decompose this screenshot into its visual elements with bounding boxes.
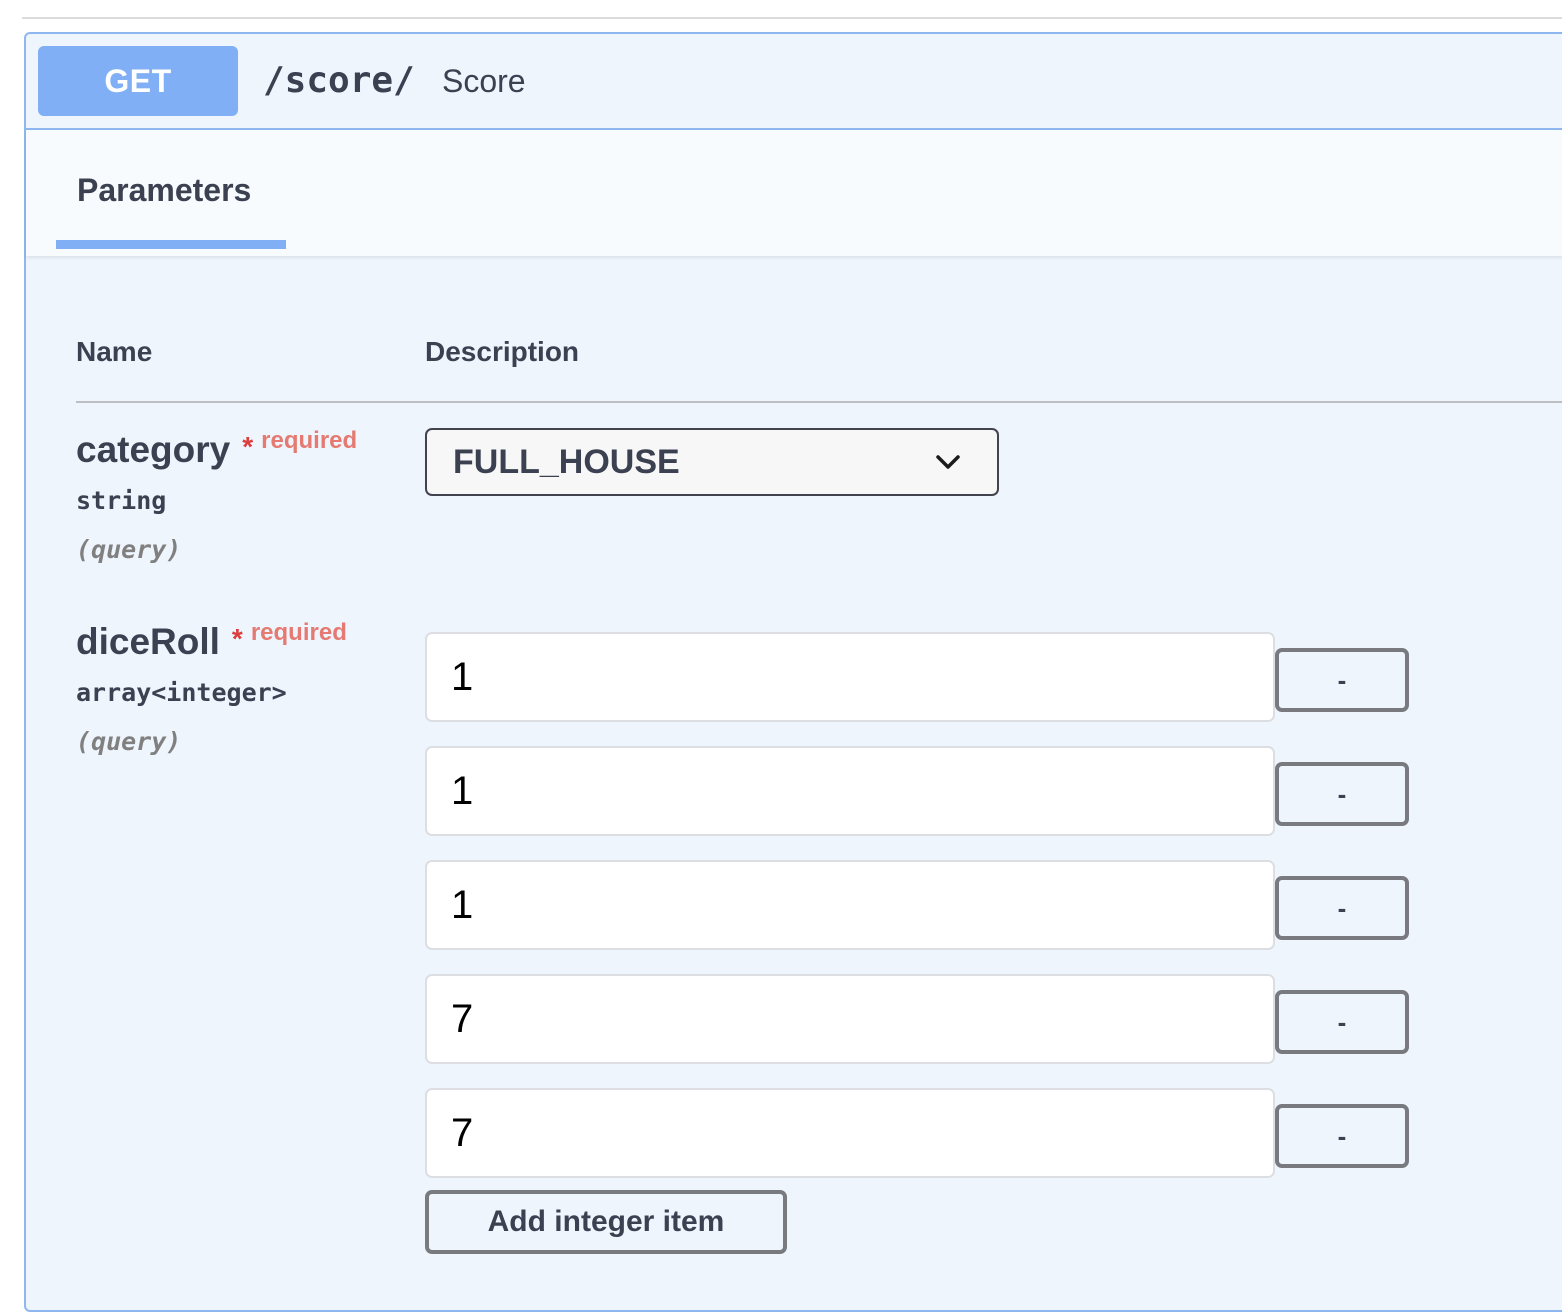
tab-parameters[interactable]: Parameters <box>56 130 286 250</box>
dice-roll-input-2[interactable] <box>425 746 1275 836</box>
array-item-row: - <box>425 746 1425 836</box>
column-header-description: Description <box>425 336 580 367</box>
chevron-down-icon <box>936 455 960 469</box>
param-location-category: (query) <box>76 535 182 564</box>
required-asterisk: * <box>231 623 243 654</box>
operation-path[interactable]: /score/ <box>263 56 415 106</box>
remove-item-button-1[interactable]: - <box>1275 648 1409 712</box>
array-item-row: - <box>425 974 1425 1064</box>
param-type-diceroll: array<integer> <box>76 678 287 707</box>
required-asterisk: * <box>242 431 254 462</box>
dice-roll-input-3[interactable] <box>425 860 1275 950</box>
param-type-category: string <box>76 486 167 515</box>
operation-summary[interactable]: GET /score/ Score <box>26 34 1562 130</box>
tab-active-indicator <box>56 240 286 249</box>
operation-summary-text[interactable]: Score <box>442 58 526 104</box>
column-header-name: Name <box>76 336 153 367</box>
tabs-header: Parameters <box>26 130 1562 256</box>
top-divider <box>22 17 1562 19</box>
remove-item-button-5[interactable]: - <box>1275 1104 1409 1168</box>
remove-item-button-4[interactable]: - <box>1275 990 1409 1054</box>
method-badge[interactable]: GET <box>38 46 238 116</box>
param-name-diceroll: diceRoll * required <box>76 619 347 669</box>
category-select[interactable]: FULL_HOUSE <box>425 428 999 496</box>
array-item-row: - <box>425 860 1425 950</box>
dice-roll-input-5[interactable] <box>425 1088 1275 1178</box>
param-name-text: diceRoll <box>76 621 220 662</box>
dice-roll-input-4[interactable] <box>425 974 1275 1064</box>
operation-block-get-score: GET /score/ Score Parameters Name Descri… <box>24 32 1562 1312</box>
array-item-row: - <box>425 1088 1425 1178</box>
required-label: required <box>261 427 358 454</box>
required-label: required <box>250 619 347 646</box>
param-name-category: category * required <box>76 427 358 477</box>
category-select-value: FULL_HOUSE <box>453 443 680 481</box>
remove-item-button-2[interactable]: - <box>1275 762 1409 826</box>
array-item-row: - <box>425 632 1425 722</box>
param-location-diceroll: (query) <box>76 727 182 756</box>
param-name-text: category <box>76 429 231 470</box>
remove-item-button-3[interactable]: - <box>1275 876 1409 940</box>
table-header-divider <box>76 401 1562 403</box>
add-integer-item-button[interactable]: Add integer item <box>425 1190 787 1254</box>
tab-parameters-label: Parameters <box>77 172 252 208</box>
dice-roll-input-1[interactable] <box>425 632 1275 722</box>
